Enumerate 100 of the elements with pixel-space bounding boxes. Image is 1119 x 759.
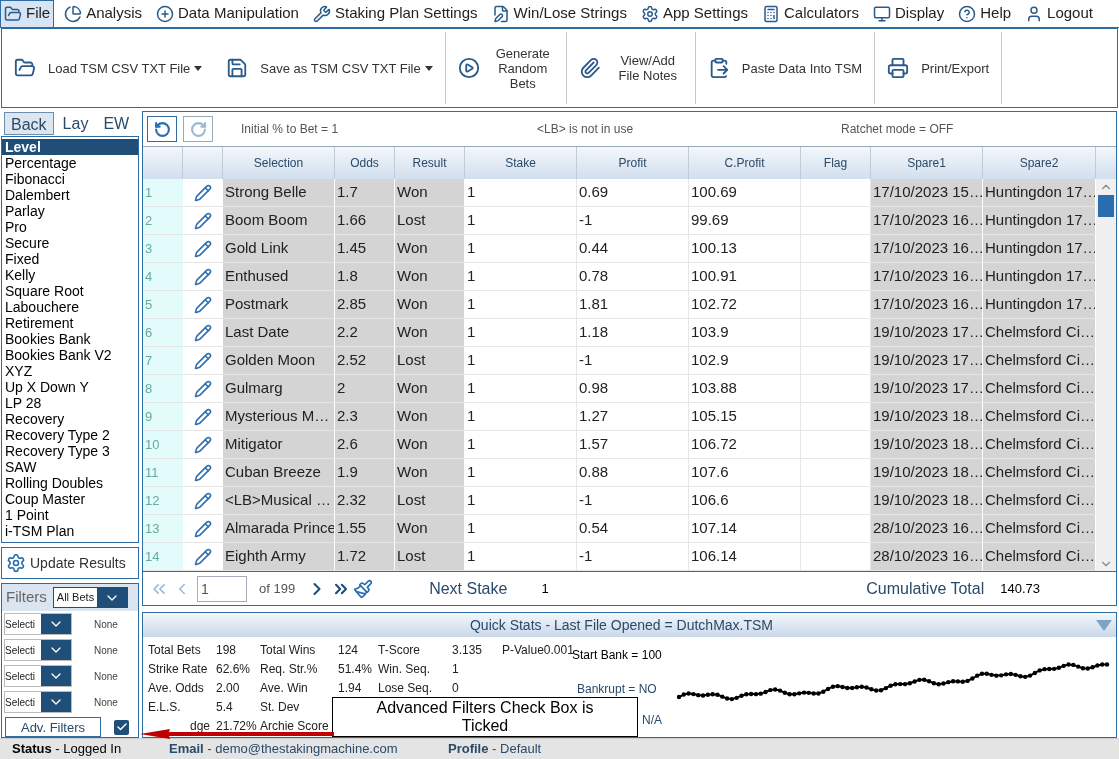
play-icon xyxy=(457,57,480,79)
stat-label: dge xyxy=(188,717,211,735)
adv-filters-checkbox[interactable] xyxy=(114,719,129,735)
table-cell: Huntingdon 17… xyxy=(983,235,1096,262)
update-results-button[interactable]: Update Results xyxy=(1,547,139,579)
pencil-icon[interactable] xyxy=(194,379,212,398)
pencil-icon[interactable] xyxy=(194,295,212,314)
table-cell: 1.66 xyxy=(335,207,395,234)
filter-dropdown[interactable]: Selecti xyxy=(4,613,72,635)
plan-item[interactable]: Fixed xyxy=(2,250,138,267)
pencil-icon[interactable] xyxy=(194,547,212,566)
plan-item[interactable]: Square Root xyxy=(2,282,138,299)
stat-label: Lose Seq. xyxy=(378,679,434,697)
menu-item[interactable]: Logout xyxy=(1021,0,1097,28)
table-cell: Chelmsford Ci… xyxy=(983,487,1096,514)
plan-item[interactable]: Up X Down Y xyxy=(2,378,138,395)
stat-label: Win. Seq. xyxy=(378,660,432,678)
undo-button[interactable] xyxy=(147,116,177,142)
menu-item[interactable]: Help xyxy=(954,0,1016,28)
plan-item[interactable]: Parlay xyxy=(2,202,138,219)
plan-item[interactable]: Bookies Bank V2 xyxy=(2,346,138,363)
table-cell: 100.13 xyxy=(689,235,801,262)
menu-item[interactable]: App Settings xyxy=(636,0,752,28)
table-cell: 105.15 xyxy=(689,403,801,430)
toolbar-button[interactable]: Generate Random Bets xyxy=(445,38,566,98)
table-cell: 1.72 xyxy=(335,543,395,570)
folder-icon xyxy=(14,57,36,79)
row-number: 11 xyxy=(143,459,183,486)
table-cell: 1 xyxy=(465,431,577,458)
menu-item[interactable]: Data Manipulation xyxy=(152,0,303,28)
menu-item[interactable]: Calculators xyxy=(758,0,864,28)
pencil-icon[interactable] xyxy=(194,435,212,454)
menu-item[interactable]: File xyxy=(0,0,55,28)
table-cell: 1 xyxy=(465,263,577,290)
menu-item[interactable]: Win/Lose Strings xyxy=(487,0,631,28)
toolbar-button[interactable]: Paste Data Into TSM xyxy=(695,38,875,98)
pencil-icon[interactable] xyxy=(194,463,212,482)
filter-dropdown[interactable]: Selecti xyxy=(4,639,72,661)
stat-value: 0 xyxy=(452,679,459,697)
pencil-icon[interactable] xyxy=(194,351,212,370)
stat-value: 21.72% xyxy=(216,717,257,735)
pencil-icon[interactable] xyxy=(194,407,212,426)
bet-filter-dropdown[interactable]: All Bets xyxy=(52,587,129,608)
pencil-icon[interactable] xyxy=(194,323,212,342)
adv-filters-button[interactable]: Adv. Filters xyxy=(5,717,101,737)
toolbar-button[interactable]: View/Add File Notes xyxy=(566,38,695,98)
plan-item[interactable]: Labouchere xyxy=(2,298,138,315)
page-input[interactable]: 1 xyxy=(197,575,247,602)
pencil-icon[interactable] xyxy=(194,183,212,202)
table-cell: 28/10/2023 16… xyxy=(871,543,983,570)
pencil-icon[interactable] xyxy=(194,239,212,258)
brush-icon[interactable] xyxy=(353,578,374,599)
pencil-icon[interactable] xyxy=(194,267,212,286)
menu-item[interactable]: Staking Plan Settings xyxy=(308,0,482,28)
filter-dropdown[interactable]: Selecti xyxy=(4,665,72,687)
plan-item[interactable]: 1 Point xyxy=(2,506,138,523)
stat-value: 51.4% xyxy=(338,660,373,678)
plan-item[interactable]: Rolling Doubles xyxy=(2,474,138,491)
plan-item[interactable]: Percentage xyxy=(2,154,138,171)
table-cell: Won xyxy=(395,375,465,402)
menu-item[interactable]: Display xyxy=(869,0,949,28)
table-cell: Chelmsford Ci… xyxy=(983,515,1096,542)
table-cell: 1 xyxy=(465,375,577,402)
toolbar-button[interactable]: Save as TSM CSV TXT File xyxy=(214,38,445,98)
filter-dropdown[interactable]: Selecti xyxy=(4,691,72,713)
menu-item[interactable]: Analysis xyxy=(60,0,147,28)
plan-item[interactable]: Retirement xyxy=(2,314,138,331)
scrollbar[interactable] xyxy=(1096,179,1116,571)
table-cell: 17/10/2023 16… xyxy=(871,235,983,262)
bet-type-tab[interactable]: Lay xyxy=(56,111,95,135)
toolbar-button[interactable]: Print/Export xyxy=(875,38,1002,98)
plan-item[interactable]: Pro xyxy=(2,218,138,235)
row-number: 13 xyxy=(143,515,183,542)
scrollbar-thumb[interactable] xyxy=(1098,195,1114,217)
table-cell: 28/10/2023 16… xyxy=(871,515,983,542)
plan-item[interactable]: Level xyxy=(2,138,138,155)
pencil-icon[interactable] xyxy=(194,211,212,230)
plan-item[interactable]: Secure xyxy=(2,234,138,251)
pencil-icon[interactable] xyxy=(194,491,212,510)
plan-item[interactable]: SAW xyxy=(2,458,138,475)
plan-item[interactable]: Dalembert xyxy=(2,186,138,203)
plan-item[interactable]: Kelly xyxy=(2,266,138,283)
toolbar-button[interactable]: Load TSM CSV TXT File xyxy=(2,38,215,98)
plan-item[interactable]: Bookies Bank xyxy=(2,330,138,347)
table-cell: Strong Belle xyxy=(223,179,335,206)
table-cell: -1 xyxy=(577,487,689,514)
plan-item[interactable]: Recovery xyxy=(2,410,138,427)
bet-type-tab[interactable]: Back xyxy=(4,111,54,135)
stat-value: 62.6% xyxy=(216,660,251,678)
row-number: 9 xyxy=(143,403,183,430)
plan-item[interactable]: Recovery Type 3 xyxy=(2,442,138,459)
plan-item[interactable]: Fibonacci xyxy=(2,170,138,187)
plan-item[interactable]: LP 28 xyxy=(2,394,138,411)
plan-item[interactable]: i-TSM Plan xyxy=(2,522,138,539)
table-cell: 106.6 xyxy=(689,487,801,514)
plan-item[interactable]: XYZ xyxy=(2,362,138,379)
bet-type-tab[interactable]: EW xyxy=(97,111,136,135)
plan-item[interactable]: Recovery Type 2 xyxy=(2,426,138,443)
plan-item[interactable]: Coup Master xyxy=(2,490,138,507)
pencil-icon[interactable] xyxy=(194,519,212,538)
